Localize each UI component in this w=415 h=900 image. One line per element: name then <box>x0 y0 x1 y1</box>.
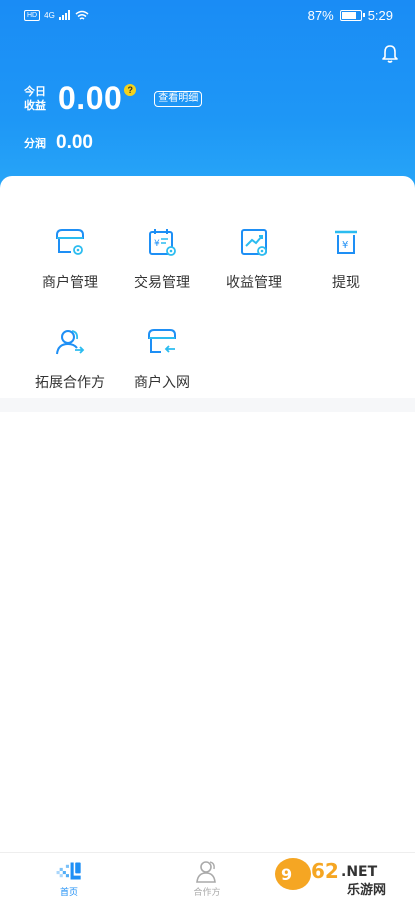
menu-item-label: 商户管理 <box>42 274 98 290</box>
profit-share-row: 分润 0.00 <box>24 132 93 154</box>
svg-text:9: 9 <box>281 865 292 884</box>
menu-item-transaction-management[interactable]: ¥ 交易管理 <box>116 224 208 324</box>
svg-text:乐游网: 乐游网 <box>347 882 386 898</box>
menu-item-label: 提现 <box>332 274 360 290</box>
withdraw-cash-icon: ¥ <box>335 230 357 254</box>
status-right: 87% 5:29 <box>308 8 393 23</box>
transaction-calendar-icon: ¥ <box>149 229 176 256</box>
svg-text:¥: ¥ <box>342 240 348 251</box>
header-banner: HD 4G 87% 5:29 今日收益 0.00 ? 查看明细 分润 0.00 <box>0 0 415 200</box>
profit-share-label: 分润 <box>24 138 46 150</box>
profit-share-value: 0.00 <box>56 132 93 153</box>
menu-item-label: 商户入网 <box>134 374 190 390</box>
nav-tab-home[interactable]: 首页 <box>0 853 138 900</box>
home-icon <box>56 862 81 880</box>
wifi-icon <box>75 10 89 20</box>
merchant-store-gear-icon <box>56 229 84 255</box>
nav-label: 首页 <box>59 887 78 897</box>
menu-item-withdraw[interactable]: ¥ 提现 <box>300 224 392 324</box>
view-details-button[interactable]: 查看明细 <box>154 90 203 107</box>
status-left: HD 4G <box>24 9 89 21</box>
partner-expand-icon <box>56 330 85 355</box>
watermark-logo: 9 62 .NET 乐游网 <box>275 858 386 898</box>
today-earnings-row: 今日收益 0.00 ? 查看明细 <box>24 80 203 117</box>
status-bar: HD 4G 87% 5:29 <box>0 0 415 30</box>
menu-row: 商户管理 ¥ 交易管理 收益管理 ¥ 提现 <box>0 224 415 324</box>
menu-item-label: 交易管理 <box>134 274 190 290</box>
svg-text:62: 62 <box>311 859 339 883</box>
menu-item-earnings-management[interactable]: 收益管理 <box>208 224 300 324</box>
svg-text:¥: ¥ <box>154 239 160 249</box>
svg-text:.NET: .NET <box>341 864 378 880</box>
battery-percent: 87% <box>307 7 334 23</box>
menu-item-label: 拓展合作方 <box>35 374 105 390</box>
merchant-onboard-icon <box>148 329 176 353</box>
battery-icon <box>339 9 365 21</box>
signal-icon <box>58 10 70 20</box>
hd-badge: HD <box>24 9 41 21</box>
section-divider <box>0 398 415 412</box>
battery-fill <box>341 11 357 19</box>
network-type: 4G <box>44 10 55 20</box>
nav-tab-partners[interactable]: 合作方 <box>138 853 276 900</box>
earnings-chart-icon <box>241 229 267 256</box>
today-earnings-label: 今日收益 <box>24 85 46 112</box>
menu-item-label: 收益管理 <box>226 274 282 290</box>
menu-card: 商户管理 ¥ 交易管理 收益管理 ¥ 提现 拓展合作方 商户入网 <box>0 176 415 400</box>
help-icon[interactable]: ? <box>124 84 137 96</box>
nav-label: 合作方 <box>193 887 221 897</box>
bell-icon[interactable] <box>381 44 399 64</box>
clock: 5:29 <box>367 7 393 23</box>
today-earnings-value: 0.00 <box>58 80 123 116</box>
menu-item-merchant-management[interactable]: 商户管理 <box>24 224 116 324</box>
menu-grid: 商户管理 ¥ 交易管理 收益管理 ¥ 提现 拓展合作方 商户入网 <box>0 224 415 424</box>
partner-icon <box>196 861 216 883</box>
